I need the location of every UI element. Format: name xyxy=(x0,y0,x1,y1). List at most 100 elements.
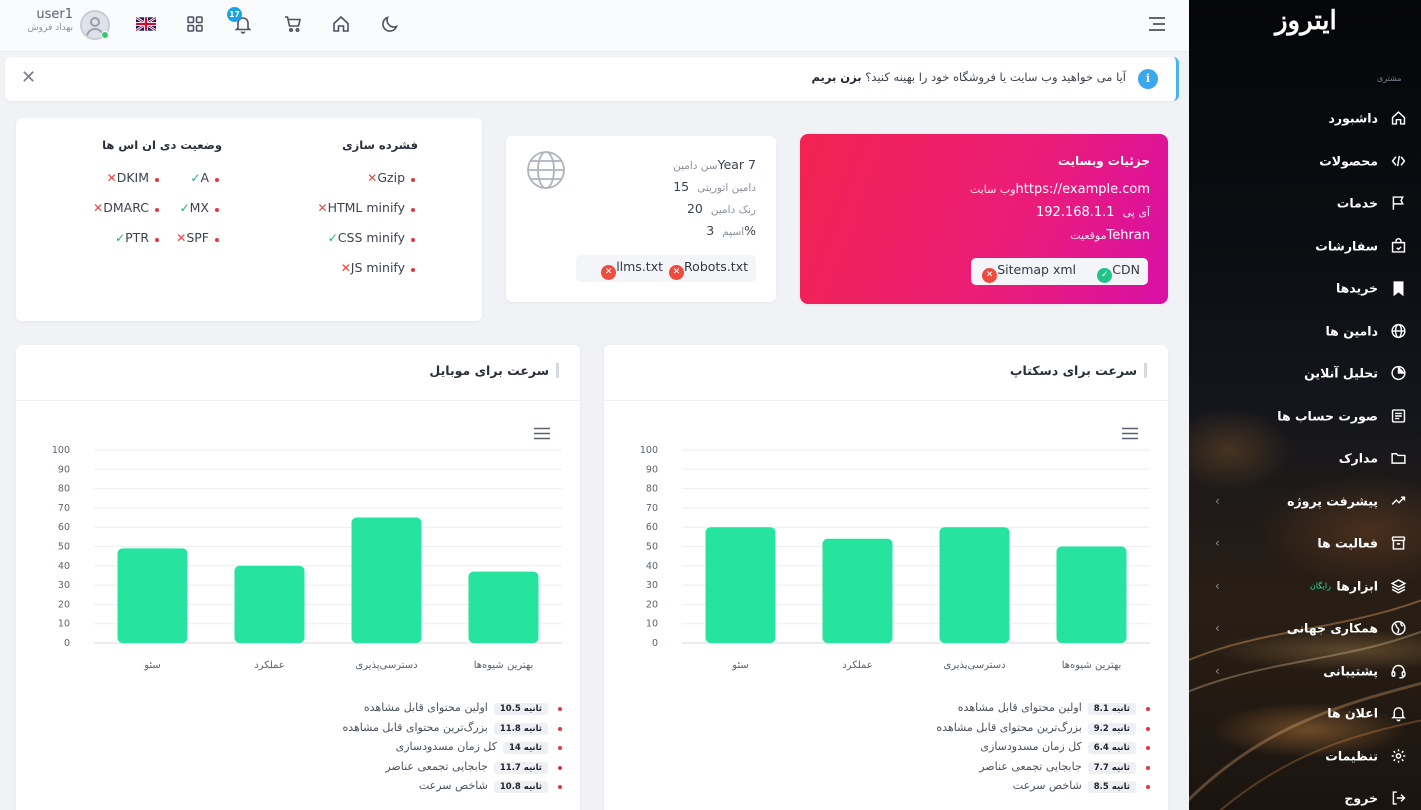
bell-icon xyxy=(1391,707,1406,722)
info-row: موقعیتTehran xyxy=(1062,228,1150,243)
alert-text: آیا می خواهید وب سایت یا فروشگاه خود را … xyxy=(865,70,1126,84)
sidebar-item-8[interactable]: مدارک xyxy=(1189,437,1421,480)
globe-icon xyxy=(527,151,565,189)
check-circle-icon: ✓ xyxy=(1097,268,1113,283)
dns-title: وضعیت دی ان اس ها xyxy=(102,138,222,152)
metric-label: جابجایی تجمعی عناصر xyxy=(385,759,488,773)
metric-value: 11.7 ثانیه xyxy=(493,761,548,774)
metric-label: کل زمان مسدودسازی xyxy=(395,740,497,753)
bar[interactable] xyxy=(468,571,539,643)
sidebar-item-11[interactable]: ابزارها رایگان ‹ xyxy=(1189,565,1421,608)
info-row: دامین اتوریتی 15 xyxy=(673,179,756,194)
check-label: HTML minify xyxy=(327,200,405,215)
username: user1 xyxy=(36,7,73,22)
sidebar-item-0[interactable]: داشبورد xyxy=(1189,97,1421,140)
info-row: آی پی 192.168.1.1 xyxy=(1036,205,1150,220)
sidebar-item-14[interactable]: اعلان ها xyxy=(1189,692,1421,735)
check-label: DMARC xyxy=(103,200,149,215)
sidebar-item-7[interactable]: صورت حساب ها xyxy=(1189,395,1421,438)
moon-icon[interactable] xyxy=(380,14,400,34)
notification-count-badge: 17 xyxy=(227,7,242,22)
user-role: بهداد فروش xyxy=(27,23,73,33)
sidebar-item-10[interactable]: فعالیت ها ‹ xyxy=(1189,522,1421,565)
check-icon: ✓ xyxy=(179,201,190,215)
desktop-metrics-list: اولین محتوای قابل مشاهده 8.1 ثانیه بزرگ‌تر… xyxy=(750,700,1150,798)
info-key: اسپم xyxy=(722,226,745,238)
info-key: سن دامین xyxy=(673,160,718,172)
pie-chart-icon xyxy=(1391,366,1406,381)
bar[interactable] xyxy=(939,527,1010,643)
sidebar-item-15[interactable]: تنظیمات xyxy=(1189,735,1421,778)
sidebar-item-1[interactable]: محصولات xyxy=(1189,140,1421,183)
invoice-icon xyxy=(1391,409,1406,423)
optimize-alert: i آیا می خواهید وب سایت یا فروشگاه خود ر… xyxy=(5,57,1179,101)
x-tick-label: عملکرد xyxy=(254,660,285,671)
uk-flag-icon[interactable] xyxy=(136,17,156,31)
bar[interactable] xyxy=(117,548,188,643)
chevron-left-icon: ‹ xyxy=(1215,536,1220,551)
sidebar: ایتروز مشتری داشبورد محصولات خدمات سفارشات خ… xyxy=(1189,0,1421,810)
sidebar-item-label: محصولات xyxy=(1319,153,1378,169)
bar[interactable] xyxy=(234,565,305,643)
check-label: A xyxy=(200,170,209,185)
apps-grid-icon[interactable] xyxy=(185,14,205,34)
chevron-left-icon: ‹ xyxy=(1215,663,1220,678)
sidebar-item-6[interactable]: تحلیل آنلاین xyxy=(1189,352,1421,395)
bullet xyxy=(215,208,219,212)
sidebar-item-label: همکاری جهانی xyxy=(1286,620,1378,636)
check-label: DKIM xyxy=(116,170,149,185)
sidebar-item-16[interactable]: خروج xyxy=(1189,777,1421,810)
sidebar-item-2[interactable]: خدمات xyxy=(1189,182,1421,225)
sidebar-item-label: مدارک xyxy=(1338,450,1378,466)
domain-status-pills: ✕ Robots.txt ✕ llms.txt xyxy=(576,255,756,282)
x-tick-label: عملکرد xyxy=(842,660,873,671)
y-tick-label: 100 xyxy=(52,445,70,456)
metric-row: جابجایی تجمعی عناصر 7.7 ثانیه xyxy=(750,759,1150,779)
cart-icon[interactable] xyxy=(283,14,303,34)
metric-row: جابجایی تجمعی عناصر 11.7 ثانیه xyxy=(162,759,562,779)
metric-value: 10.8 ثانیه xyxy=(493,781,548,793)
sidebar-item-3[interactable]: سفارشات xyxy=(1189,225,1421,268)
info-row: سن دامینYear 7 xyxy=(665,157,756,172)
x-icon: ✕ xyxy=(317,201,328,215)
compression-title: فشرده سازی xyxy=(342,138,418,152)
x-tick-label: بهترین شیوه‌ها xyxy=(474,660,534,671)
menu-toggle-icon[interactable] xyxy=(1148,16,1166,32)
metric-value: 11.8 ثانیه xyxy=(493,722,548,735)
metric-label: بزرگ‌ترین محتوای قابل مشاهده xyxy=(342,720,488,734)
status-check-item: ✕HTML minify xyxy=(313,200,405,215)
home-icon[interactable] xyxy=(331,14,351,34)
sidebar-item-5[interactable]: دامین ها xyxy=(1189,310,1421,353)
check-label: PTR xyxy=(125,230,149,245)
bullet xyxy=(411,178,415,182)
sidebar-item-4[interactable]: خریدها xyxy=(1189,267,1421,310)
close-icon[interactable]: ✕ xyxy=(21,67,36,88)
bar[interactable] xyxy=(705,527,776,643)
y-tick-label: 0 xyxy=(64,638,70,649)
bar[interactable] xyxy=(1056,546,1127,644)
bullet xyxy=(155,208,159,212)
bar[interactable] xyxy=(351,517,422,643)
brand-logo[interactable]: ایتروز xyxy=(1275,6,1337,36)
sidebar-item-13[interactable]: پشتیبانی ‹ xyxy=(1189,650,1421,693)
bullet xyxy=(215,238,219,242)
y-tick-label: 0 xyxy=(652,638,658,649)
sidebar-item-12[interactable]: همکاری جهانی ‹ xyxy=(1189,607,1421,650)
chevron-left-icon: ‹ xyxy=(1215,621,1220,636)
metric-value: 8.5 ثانیه xyxy=(1087,781,1136,793)
alert-action-link[interactable]: بزن بریم xyxy=(812,70,862,84)
metric-label: کل زمان مسدودسازی xyxy=(980,740,1082,753)
user-info[interactable]: user1 بهداد فروش xyxy=(18,7,73,33)
check-icon: ✓ xyxy=(115,231,126,245)
bar[interactable] xyxy=(822,538,893,643)
metric-row: شاخص سرعت 8.5 ثانیه xyxy=(750,778,1150,798)
sidebar-item-label: سفارشات xyxy=(1315,238,1378,254)
x-icon: ✕ xyxy=(340,261,351,275)
x-circle-icon: ✕ xyxy=(669,265,685,280)
desktop-speed-title: سرعت برای دسکتاپ xyxy=(1010,363,1147,378)
desktop-speed-chart: 0 10 20 30 40 50 60 70 80 90 100 بهترین شیوه‌ها دستر… xyxy=(640,445,1150,671)
x-tick-label: سئو xyxy=(143,660,161,671)
website-card-title: جزئیات وبسایت xyxy=(1057,154,1150,168)
metric-row: اولین محتوای قابل مشاهده 8.1 ثانیه xyxy=(750,700,1150,720)
sidebar-item-9[interactable]: پیشرفت پروژه ‹ xyxy=(1189,480,1421,523)
